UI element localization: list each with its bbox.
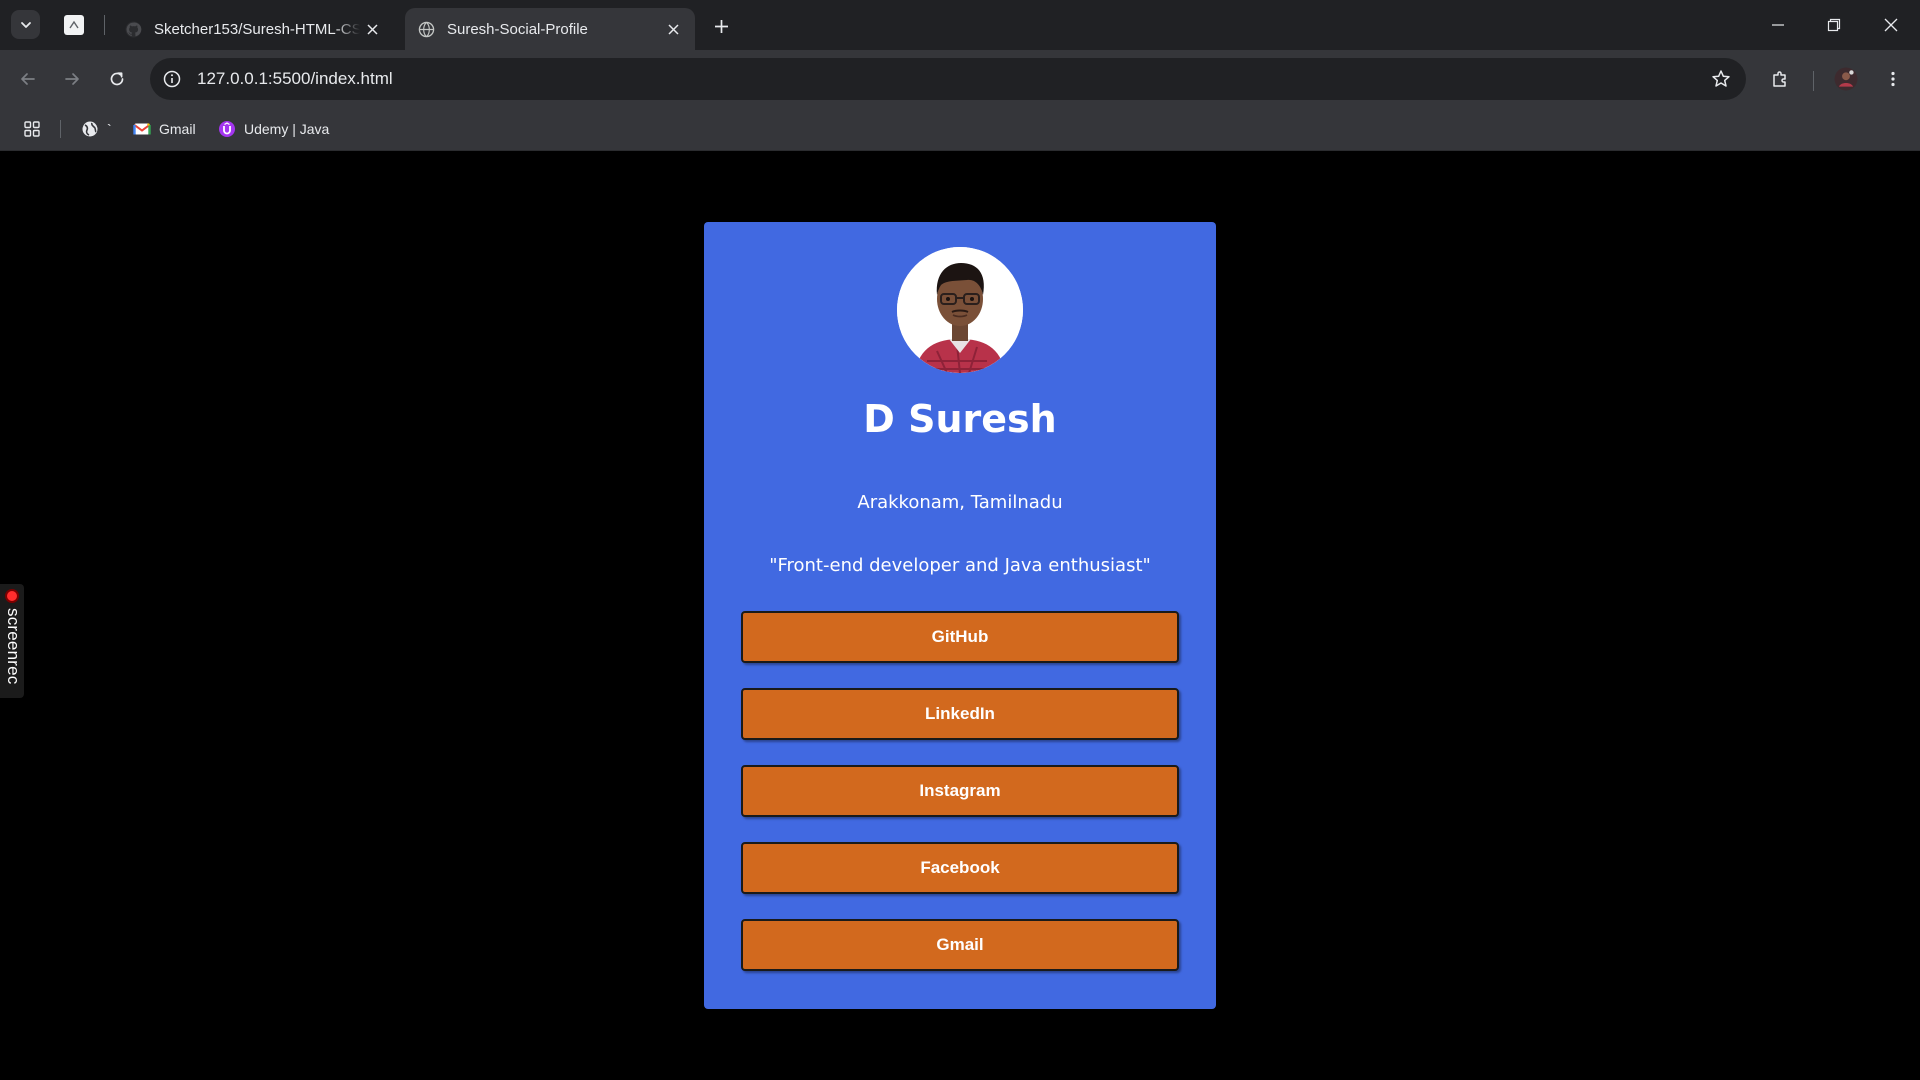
github-icon xyxy=(124,20,142,38)
more-vertical-icon xyxy=(1891,71,1895,87)
udemy-icon xyxy=(217,119,237,139)
close-icon xyxy=(1884,18,1898,32)
globe-icon xyxy=(417,20,435,38)
address-bar[interactable]: 127.0.0.1:5500/index.html xyxy=(150,58,1746,100)
new-tab-button[interactable] xyxy=(708,13,734,39)
arrow-left-icon xyxy=(21,73,35,85)
tab-suresh-social-profile[interactable]: Suresh-Social-Profile xyxy=(405,8,695,50)
avatar xyxy=(897,247,1023,373)
globe-icon xyxy=(80,119,100,139)
restore-button[interactable] xyxy=(1806,0,1862,50)
reload-button[interactable] xyxy=(101,63,133,95)
url-text[interactable]: 127.0.0.1:5500/index.html xyxy=(197,69,393,89)
profile-photo xyxy=(897,247,1023,373)
puzzle-icon xyxy=(1773,71,1786,87)
apps-button[interactable] xyxy=(20,117,44,141)
tab-close-button[interactable] xyxy=(661,17,685,41)
profile-button[interactable] xyxy=(1830,63,1862,95)
tab-search-button[interactable] xyxy=(11,10,40,39)
browser-tabstrip: Sketcher153/Suresh-HTML-CSS-Projects Sur… xyxy=(0,0,1920,50)
browser-toolbar: 127.0.0.1:5500/index.html xyxy=(0,50,1920,107)
bookmark-star-icon[interactable] xyxy=(1710,68,1732,90)
extensions-button[interactable] xyxy=(1764,63,1796,95)
apps-grid-icon xyxy=(24,121,40,137)
site-info-icon[interactable] xyxy=(160,67,184,91)
back-button[interactable] xyxy=(12,63,44,95)
bookmarks-bar: ` Gmail Udemy | Java xyxy=(0,107,1920,151)
toolbar-divider xyxy=(1813,71,1814,91)
github-link-button[interactable]: GitHub xyxy=(741,611,1179,663)
tab-divider xyxy=(104,15,105,35)
social-links: GitHub LinkedIn Instagram Facebook Gmail xyxy=(741,611,1179,996)
close-icon xyxy=(667,23,679,35)
record-icon xyxy=(5,589,19,603)
profile-card: D Suresh Arakkonam, Tamilnadu "Front-end… xyxy=(704,222,1216,1009)
bookmark-udemy-java[interactable]: Udemy | Java xyxy=(217,115,329,143)
bookmark-label: ` xyxy=(107,121,112,137)
bookmark-gmail[interactable]: Gmail xyxy=(132,115,196,143)
bookmark-label: Gmail xyxy=(159,121,196,137)
close-window-button[interactable] xyxy=(1863,0,1919,50)
minimize-icon xyxy=(1772,24,1784,26)
profile-location: Arakkonam, Tamilnadu xyxy=(857,492,1063,513)
gmail-icon xyxy=(132,119,152,139)
tab-title: Sketcher153/Suresh-HTML-CSS-Projects xyxy=(154,20,360,38)
pinned-tab-icon xyxy=(69,20,79,29)
bookmarks-divider xyxy=(60,120,61,138)
pinned-tab[interactable] xyxy=(64,15,84,35)
profile-avatar-icon xyxy=(1834,67,1858,91)
facebook-link-button[interactable]: Facebook xyxy=(741,842,1179,894)
close-icon xyxy=(366,23,378,35)
screenrec-overlay[interactable]: screenrec xyxy=(0,584,24,698)
arrow-right-icon xyxy=(65,73,79,85)
restore-icon xyxy=(1827,18,1841,32)
menu-button[interactable] xyxy=(1877,63,1909,95)
plus-icon xyxy=(714,19,728,33)
gmail-link-button[interactable]: Gmail xyxy=(741,919,1179,971)
chevron-down-icon xyxy=(20,21,31,28)
profile-bio: "Front-end developer and Java enthusiast… xyxy=(769,555,1151,576)
minimize-button[interactable] xyxy=(1750,0,1806,50)
forward-button[interactable] xyxy=(56,63,88,95)
instagram-link-button[interactable]: Instagram xyxy=(741,765,1179,817)
screenrec-label: screenrec xyxy=(4,608,23,685)
profile-name: D Suresh xyxy=(863,397,1057,441)
bookmark-label: Udemy | Java xyxy=(244,121,330,137)
tab-close-button[interactable] xyxy=(360,17,384,41)
linkedin-link-button[interactable]: LinkedIn xyxy=(741,688,1179,740)
bookmark-globe[interactable]: ` xyxy=(80,115,112,143)
tab-github[interactable]: Sketcher153/Suresh-HTML-CSS-Projects xyxy=(112,8,394,50)
tab-title: Suresh-Social-Profile xyxy=(447,20,588,38)
reload-icon xyxy=(110,72,124,86)
